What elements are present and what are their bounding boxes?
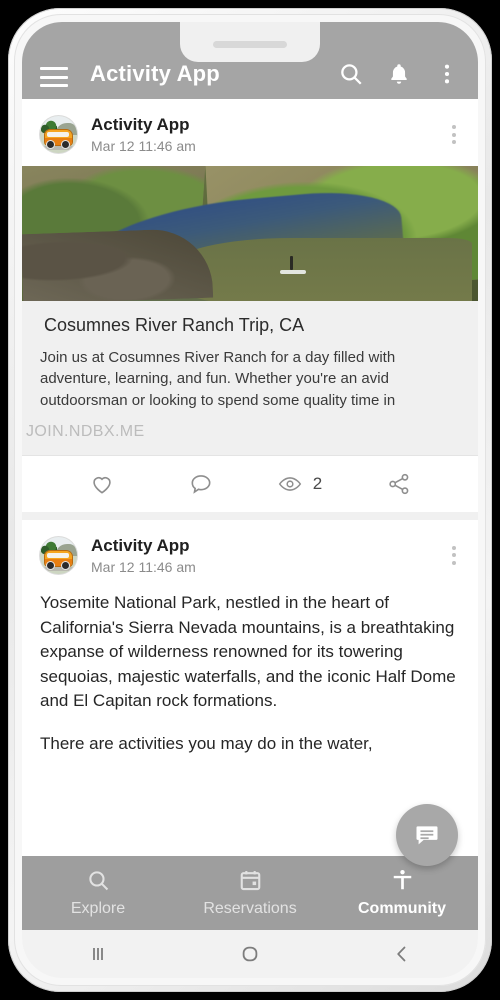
hamburger-menu-icon[interactable] bbox=[40, 67, 68, 87]
link-card-domain: JOIN.NDBX.ME bbox=[26, 422, 145, 440]
link-card-body: Cosumnes River Ranch Trip, CA Join us at… bbox=[22, 301, 478, 411]
chat-fab-button[interactable] bbox=[396, 804, 458, 866]
more-vertical-icon[interactable] bbox=[434, 61, 460, 87]
bottom-nav-label: Explore bbox=[70, 900, 126, 917]
post-timestamp: Mar 12 11:46 am bbox=[91, 138, 196, 154]
view-count: 2 bbox=[312, 473, 323, 493]
post-text: Yosemite National Park, nestled in the h… bbox=[22, 587, 478, 757]
post-author-block: Activity App Mar 12 11:46 am bbox=[91, 536, 196, 575]
river-photo bbox=[22, 166, 478, 301]
bottom-nav-item-reservations[interactable]: Reservations bbox=[174, 868, 326, 918]
post-item: Activity App Mar 12 11:46 am Yosemite Na… bbox=[22, 519, 478, 757]
phone-screen: Activity App Activity App Mar 12 11:46 a… bbox=[22, 22, 478, 978]
post-overflow-button[interactable] bbox=[448, 542, 460, 569]
app-bar-actions bbox=[338, 61, 460, 87]
app-title: Activity App bbox=[90, 61, 220, 86]
android-system-nav bbox=[22, 930, 478, 978]
phone-notch bbox=[180, 22, 320, 62]
camper-van-avatar[interactable] bbox=[40, 116, 77, 153]
bottom-nav-label: Reservations bbox=[203, 900, 297, 917]
post-item: Activity App Mar 12 11:46 am Cosumnes Ri… bbox=[22, 99, 478, 512]
post-action-bar: 2 bbox=[22, 455, 478, 512]
share-button[interactable] bbox=[349, 471, 448, 497]
calendar-icon bbox=[240, 871, 260, 891]
link-card-title: Cosumnes River Ranch Trip, CA bbox=[44, 315, 305, 335]
feed-separator bbox=[22, 511, 478, 520]
post-author-block: Activity App Mar 12 11:46 am bbox=[91, 115, 196, 154]
comment-button[interactable] bbox=[151, 471, 250, 497]
link-card-description: Join us at Cosumnes River Ranch for a da… bbox=[40, 349, 396, 409]
earpiece-speaker bbox=[213, 40, 287, 48]
chat-message-icon bbox=[416, 826, 438, 845]
home-circle-icon[interactable] bbox=[238, 942, 262, 966]
phone-bezel: Activity App Activity App Mar 12 11:46 a… bbox=[14, 14, 486, 986]
bottom-nav-label: Community bbox=[358, 900, 446, 917]
bottom-nav-item-explore[interactable]: Explore bbox=[22, 868, 174, 918]
post-overflow-button[interactable] bbox=[448, 121, 460, 148]
post-author: Activity App bbox=[91, 115, 190, 134]
bell-icon[interactable] bbox=[386, 61, 412, 87]
accessibility-person-icon bbox=[393, 869, 411, 890]
search-icon[interactable] bbox=[338, 61, 364, 87]
post-header: Activity App Mar 12 11:46 am bbox=[22, 520, 478, 587]
feed-list[interactable]: Activity App Mar 12 11:46 am Cosumnes Ri… bbox=[22, 99, 478, 882]
view-count-indicator[interactable]: 2 bbox=[250, 471, 349, 497]
link-preview-card[interactable]: Cosumnes River Ranch Trip, CA Join us at… bbox=[22, 166, 478, 455]
post-author: Activity App bbox=[91, 535, 190, 555]
post-timestamp: Mar 12 11:46 am bbox=[91, 558, 196, 575]
bottom-nav-item-community[interactable]: Community bbox=[326, 868, 478, 918]
post-header: Activity App Mar 12 11:46 am bbox=[22, 99, 478, 166]
phone-frame: Activity App Activity App Mar 12 11:46 a… bbox=[8, 8, 492, 992]
bottom-navigation-bar: Explore Reservations Community bbox=[22, 856, 478, 930]
post-paragraph: There are activities you may do in the w… bbox=[40, 734, 373, 754]
like-button[interactable] bbox=[52, 471, 151, 497]
back-chevron-icon[interactable] bbox=[390, 942, 414, 966]
recents-bars-icon[interactable] bbox=[86, 942, 110, 966]
camper-van-avatar[interactable] bbox=[40, 536, 77, 574]
search-icon bbox=[88, 871, 108, 891]
post-paragraph: Yosemite National Park, nestled in the h… bbox=[40, 592, 456, 711]
